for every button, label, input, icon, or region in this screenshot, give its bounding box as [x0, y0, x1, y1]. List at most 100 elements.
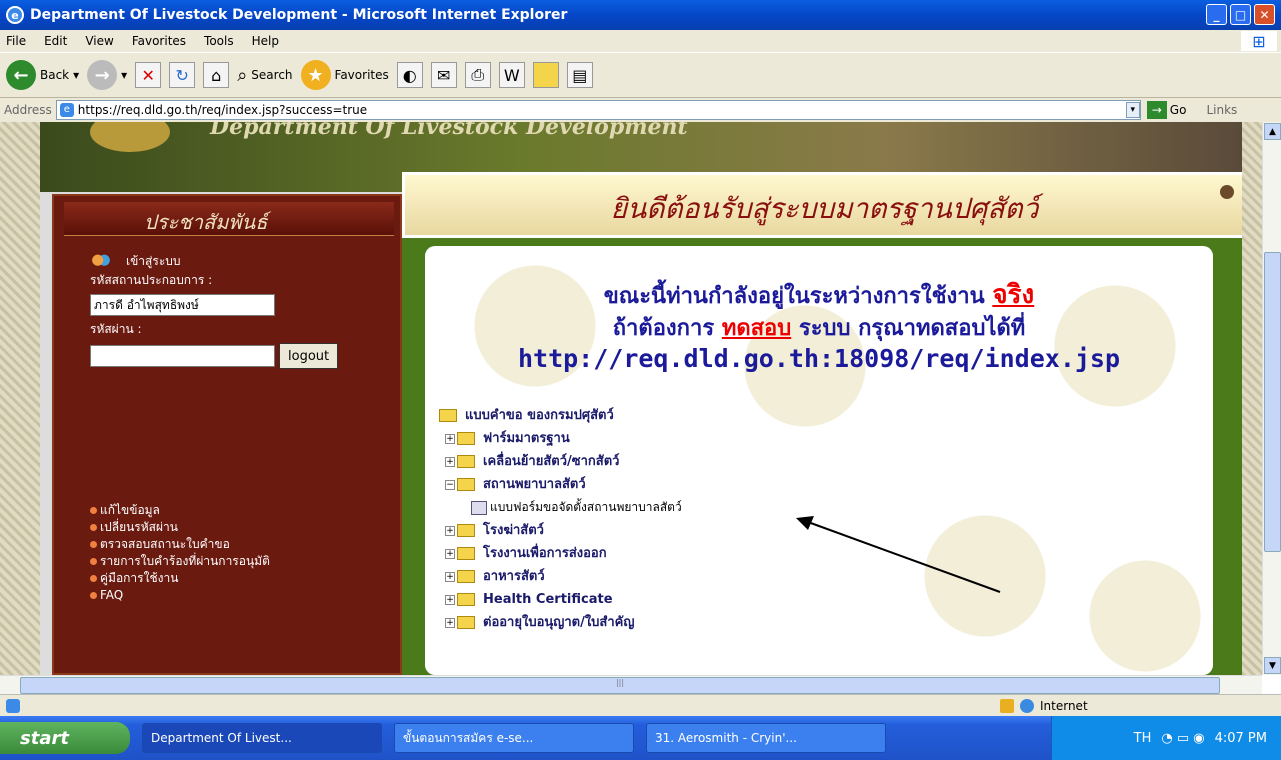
go-button[interactable]: → Go: [1146, 101, 1186, 119]
expand-icon: +: [445, 548, 455, 559]
page-content: Department Of Livestock Development ประช…: [0, 122, 1262, 675]
expand-icon: +: [445, 594, 455, 605]
star-icon: ★: [300, 60, 331, 90]
sidebar-item-manual[interactable]: คู่มือการใช้งาน: [90, 570, 270, 587]
folder-icon: [457, 593, 475, 606]
tree-item[interactable]: + ฟาร์มมาตรฐาน: [439, 427, 682, 450]
tree-item[interactable]: + เคลื่อนย้ายสัตว์/ซากสัตว์: [439, 450, 682, 473]
tree-form-link[interactable]: แบบฟอร์มขอจัดตั้งสถานพยาบาลสัตว์: [439, 496, 682, 519]
sidebar-item-faq[interactable]: FAQ: [90, 587, 270, 604]
scroll-thumb[interactable]: [1264, 252, 1281, 552]
scroll-down-button[interactable]: ▼: [1264, 657, 1281, 674]
lock-icon: [1000, 698, 1014, 713]
address-dropdown[interactable]: ▾: [1125, 102, 1140, 118]
sidebar-item-status[interactable]: ตรวจสอบสถานะใบคำขอ: [90, 536, 270, 553]
page-icon: [6, 698, 20, 713]
expand-icon: +: [445, 433, 455, 444]
edit-icon[interactable]: W: [498, 62, 525, 88]
task-media[interactable]: 31. Aerosmith - Cryin'...: [646, 723, 886, 753]
minimize-button[interactable]: _: [1206, 4, 1227, 25]
links-button[interactable]: Links: [1206, 103, 1237, 117]
folder-icon: [457, 616, 475, 629]
taskbar: start Department Of Livest... ขั้นตอนการ…: [0, 716, 1281, 760]
mail-icon[interactable]: ✉: [430, 62, 457, 88]
tree-item[interactable]: + โรงงานเพื่อการส่งออก: [439, 542, 682, 565]
window-title: Department Of Livestock Development - Mi…: [30, 7, 568, 23]
password-field[interactable]: [90, 345, 275, 367]
go-arrow-icon: →: [1146, 101, 1167, 119]
expand-icon: +: [445, 456, 455, 467]
print-icon[interactable]: ⎙: [464, 62, 491, 88]
menu-edit[interactable]: Edit: [44, 34, 67, 48]
discuss-icon[interactable]: [532, 62, 559, 88]
task-ie[interactable]: Department Of Livest...: [142, 723, 382, 753]
tree-item[interactable]: − สถานพยาบาลสัตว์: [439, 473, 682, 496]
home-icon[interactable]: ⌂: [203, 62, 230, 88]
menu-help[interactable]: Help: [252, 34, 279, 48]
main-panel: ขณะนี้ท่านกำลังอยู่ในระหว่างการใช้งาน จร…: [425, 246, 1213, 675]
notice-line-1: ขณะนี้ท่านกำลังอยู่ในระหว่างการใช้งาน จร…: [603, 280, 1035, 310]
dot-icon: [1220, 185, 1234, 199]
form-icon: [471, 500, 487, 515]
windows-logo-icon: ⊞: [1241, 31, 1277, 51]
operator-field[interactable]: ภารดี อำไพสุทธิพงษ์: [90, 294, 275, 316]
globe-icon: [1020, 698, 1034, 713]
tree-item[interactable]: + ต่ออายุใบอนุญาต/ใบสำคัญ: [439, 611, 682, 634]
close-button[interactable]: ✕: [1254, 4, 1275, 25]
maximize-button[interactable]: □: [1230, 4, 1251, 25]
open-folder-icon: [439, 409, 457, 422]
forward-arrow-icon: →: [87, 60, 118, 90]
hscroll-thumb[interactable]: |||: [20, 677, 1220, 694]
favorites-button[interactable]: ★ Favorites: [300, 60, 389, 90]
menu-file[interactable]: File: [6, 34, 26, 48]
sidebar: ประชาสัมพันธ์ เข้าสู่ระบบ รหัสสถานประกอบ…: [52, 194, 402, 675]
status-bar: Internet: [0, 694, 1281, 716]
logout-button[interactable]: logout: [279, 343, 339, 369]
title-bar: e Department Of Livestock Development - …: [0, 0, 1281, 30]
sidebar-item-password[interactable]: เปลี่ยนรหัสผ่าน: [90, 519, 270, 536]
tree-item[interactable]: + Health Certificate: [439, 588, 682, 611]
vertical-scrollbar[interactable]: ▲ ▼: [1262, 122, 1281, 675]
back-button[interactable]: ← Back ▾: [6, 60, 79, 90]
language-indicator[interactable]: TH: [1134, 731, 1152, 746]
collapse-icon: −: [445, 479, 455, 490]
back-arrow-icon: ←: [6, 60, 36, 90]
folder-icon: [457, 570, 475, 583]
stop-icon[interactable]: ✕: [135, 62, 162, 88]
open-folder-icon: [457, 478, 475, 491]
search-icon: ⌕: [237, 64, 248, 86]
menu-favorites[interactable]: Favorites: [132, 34, 186, 48]
tray-icons: ◔ ▭ ◉: [1161, 730, 1205, 746]
expand-icon: +: [445, 525, 455, 536]
forward-button[interactable]: → ▾: [87, 60, 127, 90]
sidebar-item-edit[interactable]: แก้ไขข้อมูล: [90, 502, 270, 519]
expand-icon: +: [445, 617, 455, 628]
toolbar: ← Back ▾ → ▾ ✕ ↻ ⌂ ⌕ Search ★ Favorites ◐ ✉…: [0, 52, 1281, 98]
scroll-up-button[interactable]: ▲: [1264, 123, 1281, 140]
research-icon[interactable]: ▤: [566, 62, 593, 88]
menu-view[interactable]: View: [85, 34, 113, 48]
menu-tools[interactable]: Tools: [204, 34, 234, 48]
sidebar-menu: แก้ไขข้อมูล เปลี่ยนรหัสผ่าน ตรวจสอบสถานะ…: [90, 502, 270, 604]
ie-icon: e: [6, 6, 24, 24]
tree-item[interactable]: + อาหารสัตว์: [439, 565, 682, 588]
task-word[interactable]: ขั้นตอนการสมัคร e-se...: [394, 723, 634, 753]
address-input[interactable]: e https://req.dld.go.th/req/index.jsp?su…: [55, 100, 1141, 120]
page-icon: e: [59, 103, 74, 117]
start-button[interactable]: start: [0, 722, 130, 754]
search-button[interactable]: ⌕ Search: [237, 65, 292, 86]
media-icon[interactable]: ◐: [396, 62, 423, 88]
horizontal-scrollbar[interactable]: |||: [0, 675, 1262, 694]
users-icon: [90, 252, 112, 271]
logo-seal: [90, 122, 170, 152]
welcome-banner: ยินดีต้อนรับสู่ระบบมาตรฐานปศุสัตว์: [402, 172, 1247, 238]
refresh-icon[interactable]: ↻: [169, 62, 196, 88]
sidebar-item-approved[interactable]: รายการใบคำร้องที่ผ่านการอนุมัติ: [90, 553, 270, 570]
tree-item[interactable]: + โรงฆ่าสัตว์: [439, 519, 682, 542]
tree-root[interactable]: แบบคำขอ ของกรมปศุสัตว์: [439, 404, 682, 427]
expand-icon: +: [445, 571, 455, 582]
request-tree: แบบคำขอ ของกรมปศุสัตว์ + ฟาร์มมาตรฐาน + เค…: [439, 404, 682, 634]
test-link[interactable]: ทดสอบ: [722, 316, 791, 341]
address-bar: Address e https://req.dld.go.th/req/inde…: [0, 98, 1281, 122]
folder-icon: [457, 455, 475, 468]
